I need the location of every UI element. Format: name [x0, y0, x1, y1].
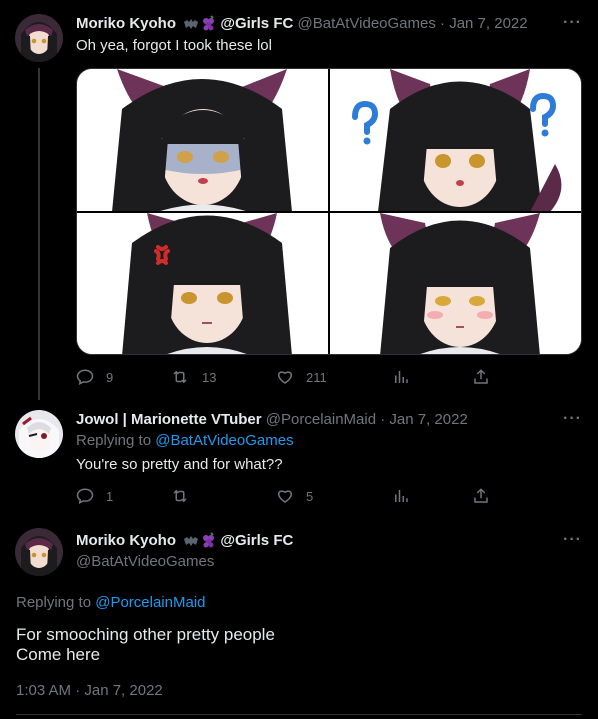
divider — [16, 714, 582, 715]
handle[interactable]: @BatAtVideoGames — [76, 552, 214, 572]
replying-to-link[interactable]: @PorcelainMaid — [95, 594, 205, 611]
media-grid[interactable] — [76, 68, 582, 355]
media-image-4[interactable] — [330, 212, 581, 354]
replying-to-line: Replying to @PorcelainMaid — [16, 594, 206, 611]
more-options-button[interactable]: ··· — [563, 531, 582, 549]
thread-line — [38, 68, 40, 400]
replying-prefix: Replying to — [16, 594, 92, 611]
retweet-button[interactable]: 13 — [170, 368, 276, 386]
avatar-jowol[interactable] — [15, 410, 63, 458]
like-button[interactable]: 211 — [276, 368, 392, 386]
share-icon — [474, 488, 488, 503]
tweet-3-name-line: Moriko Kyoho @Girls FC — [76, 531, 293, 554]
like-count: 5 — [306, 488, 314, 504]
media-image-2[interactable] — [330, 69, 581, 211]
reply-count: 9 — [106, 369, 114, 385]
analytics-button[interactable] — [392, 368, 472, 386]
retweet-icon — [173, 489, 187, 503]
tweet-2[interactable]: Jowol | Marionette VTuber @PorcelainMaid… — [0, 400, 598, 515]
replying-to-line: Replying to @BatAtVideoGames — [76, 431, 294, 451]
share-button[interactable] — [472, 487, 490, 505]
analytics-icon — [395, 371, 408, 383]
tweet-text: You're so pretty and for what?? — [76, 456, 283, 473]
reply-button[interactable]: 1 — [76, 487, 170, 505]
separator: · — [380, 411, 386, 428]
like-count: 211 — [306, 369, 327, 385]
handle[interactable]: @BatAtVideoGames — [298, 15, 436, 32]
retweet-count: 13 — [202, 369, 217, 385]
grapes-emoji-icon — [202, 15, 216, 37]
like-icon — [278, 490, 292, 503]
tweet-text-line-1: For smooching other pretty people — [16, 625, 275, 644]
reply-count: 1 — [106, 488, 114, 504]
name-suffix: @Girls FC — [220, 532, 294, 549]
avatar-moriko[interactable] — [15, 528, 63, 576]
display-name[interactable]: Moriko Kyoho — [76, 15, 176, 32]
replying-prefix: Replying to — [76, 432, 152, 449]
tweet-timestamp[interactable]: 1:03 AM · Jan 7, 2022 — [16, 682, 163, 699]
analytics-icon — [395, 490, 408, 502]
tweet-date[interactable]: Jan 7, 2022 — [449, 15, 527, 32]
tweet-text: Oh yea, forgot I took these lol — [76, 37, 272, 54]
reply-button[interactable]: 9 — [76, 368, 170, 386]
tweet-3-focused: Moriko Kyoho @Girls FC @BatAtVideoGames … — [0, 515, 598, 719]
reply-icon — [76, 369, 94, 386]
tweet-1[interactable]: Moriko Kyoho @Girls FC @BatAtVideoGames … — [0, 0, 598, 400]
display-name[interactable]: Moriko Kyoho — [76, 532, 176, 549]
replying-to-link[interactable]: @BatAtVideoGames — [155, 432, 293, 449]
retweet-icon — [173, 370, 187, 384]
analytics-button[interactable] — [392, 487, 472, 505]
separator: · — [440, 15, 446, 32]
like-icon — [278, 371, 292, 384]
share-button[interactable] — [472, 368, 490, 386]
tweet-date[interactable]: Jan 7, 2022 — [389, 411, 467, 428]
media-image-3[interactable] — [77, 212, 328, 354]
display-name[interactable]: Jowol | Marionette VTuber — [76, 411, 262, 428]
share-icon — [474, 369, 488, 384]
avatar-moriko[interactable] — [15, 14, 63, 62]
grapes-emoji-icon — [202, 532, 216, 554]
tweet-1-header: Moriko Kyoho @Girls FC @BatAtVideoGames … — [76, 14, 528, 37]
handle[interactable]: @PorcelainMaid — [266, 411, 376, 428]
retweet-button[interactable] — [170, 487, 276, 505]
tweet-1-actions: 9 13 211 — [76, 367, 506, 387]
more-options-button[interactable]: ··· — [563, 410, 582, 428]
name-suffix: @Girls FC — [220, 15, 294, 32]
media-image-1[interactable] — [77, 69, 328, 211]
more-options-button[interactable]: ··· — [563, 14, 582, 32]
reply-icon — [76, 488, 94, 505]
tweet-text-line-2: Come here — [16, 645, 101, 664]
bat-emoji-icon — [183, 534, 199, 554]
bat-emoji-icon — [183, 17, 199, 37]
tweet-2-actions: 1 5 — [76, 486, 506, 506]
tweet-2-header: Jowol | Marionette VTuber @PorcelainMaid… — [76, 410, 468, 430]
like-button[interactable]: 5 — [276, 487, 392, 505]
